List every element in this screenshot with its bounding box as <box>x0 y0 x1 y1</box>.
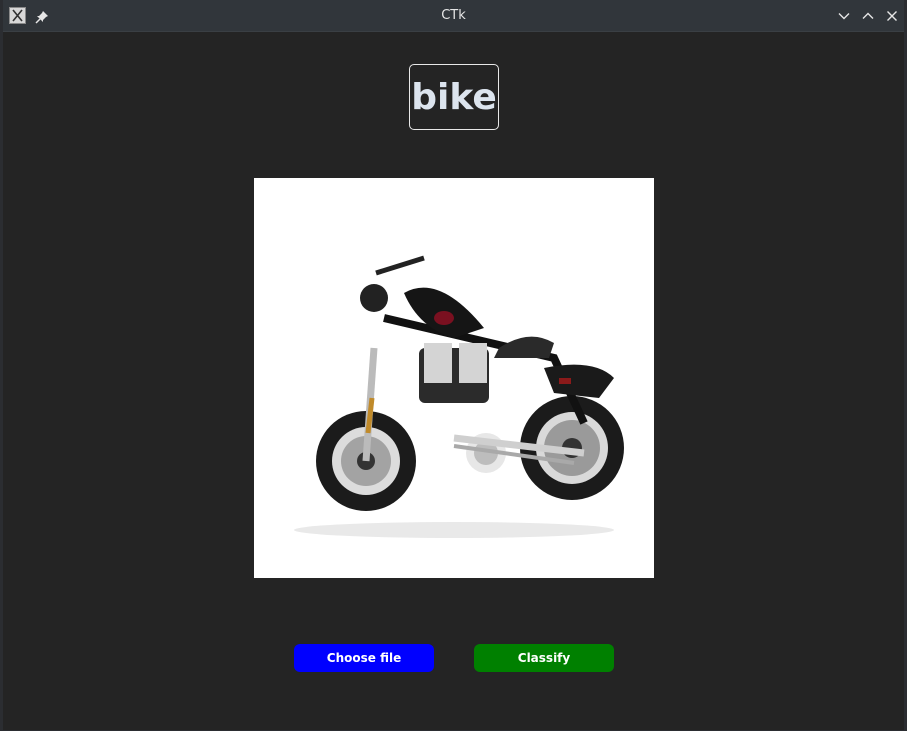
classify-button[interactable]: Classify <box>474 644 614 672</box>
classification-result-label: bike <box>409 64 499 130</box>
choose-file-button[interactable]: Choose file <box>294 644 434 672</box>
app-window: CTk bike Choose file Classify <box>0 0 907 731</box>
title-bar[interactable]: CTk <box>3 0 904 32</box>
motorcycle-image <box>254 178 654 578</box>
window-title: CTk <box>441 8 466 23</box>
close-icon[interactable] <box>884 8 900 24</box>
chevron-up-icon[interactable] <box>860 8 876 24</box>
chevron-down-icon[interactable] <box>836 8 852 24</box>
